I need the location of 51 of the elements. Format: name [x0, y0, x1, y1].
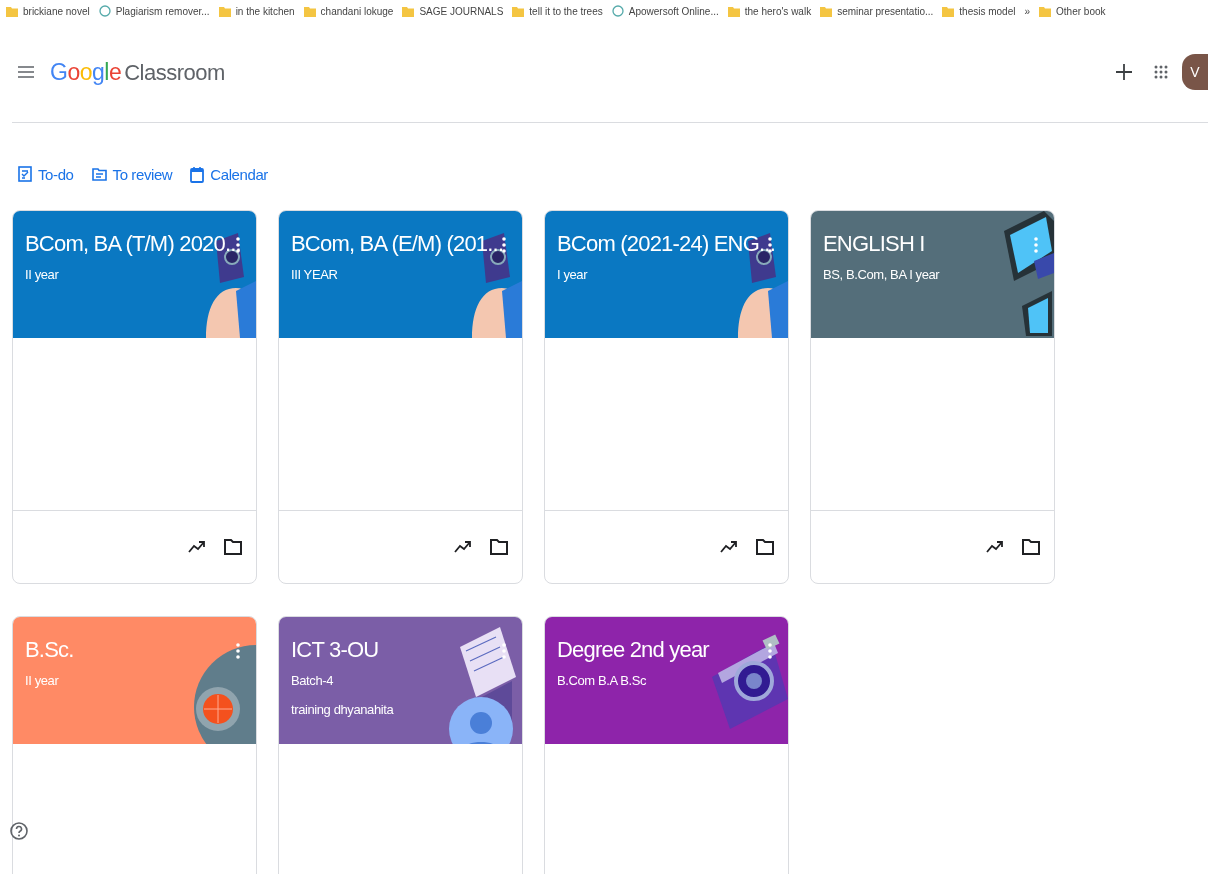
bookmark-link[interactable]: the hero's walk — [727, 5, 812, 17]
bookmark-link[interactable]: Plagiarism remover... — [98, 5, 210, 17]
bookmark-link[interactable]: tell it to the trees — [512, 5, 603, 17]
nav-link[interactable]: To review — [91, 165, 173, 183]
class-section: II year — [25, 673, 244, 688]
calendar-icon — [190, 165, 205, 183]
bookmark-link[interactable]: seminar presentatio... — [820, 5, 934, 17]
bookmark-link[interactable]: chandani lokuge — [303, 5, 394, 17]
class-title[interactable]: BCom, BA (T/M) 2020... — [25, 231, 244, 257]
nav-link[interactable]: To-do — [18, 165, 74, 183]
bookmark-link[interactable]: Other book — [1039, 5, 1106, 17]
class-section: I year — [557, 267, 776, 282]
bookmark-link[interactable]: brickiane novel — [6, 5, 90, 17]
account-avatar[interactable]: V — [1182, 54, 1208, 90]
class-section: B.Com B.A B.Sc — [557, 673, 776, 688]
bookmark-link[interactable]: thesis model — [942, 5, 1016, 17]
bookmark-link[interactable]: Apowersoft Online... — [611, 5, 719, 17]
folder-icon — [1039, 5, 1052, 17]
class-section: II year — [25, 267, 244, 282]
menu-icon — [18, 66, 34, 78]
apps-grid-icon — [1154, 65, 1168, 79]
class-section: Batch-4 — [291, 673, 510, 688]
class-section: III YEAR — [291, 267, 510, 282]
nav-link[interactable]: Calendar — [190, 165, 268, 183]
globe-icon — [611, 5, 624, 17]
more-options-button[interactable] — [766, 641, 774, 661]
class-title[interactable]: Degree 2nd year — [557, 637, 776, 663]
plus-icon — [1116, 64, 1132, 80]
folder-icon — [820, 5, 833, 17]
folder-icon — [402, 5, 415, 17]
class-title[interactable]: ICT 3-OU — [291, 637, 510, 663]
folder-icon — [303, 5, 316, 17]
folder-icon — [6, 5, 18, 17]
class-section: BS, B.Com, BA I year — [823, 267, 1042, 282]
bookmark-link[interactable]: SAGE JOURNALS — [402, 5, 504, 17]
more-options-button[interactable] — [500, 235, 508, 255]
class-title[interactable]: ENGLISH I — [823, 231, 1042, 257]
folder-list-icon — [91, 167, 107, 181]
teacher-name: training dhyanahita — [291, 702, 395, 717]
app-logo[interactable]: GoogleClassroom — [50, 58, 225, 86]
folder-icon — [727, 5, 740, 17]
bookmark-link[interactable]: in the kitchen — [218, 5, 295, 17]
help-button[interactable] — [8, 820, 30, 842]
class-title[interactable]: BCom (2021-24) ENG... — [557, 231, 776, 257]
class-title[interactable]: BCom, BA (E/M) (201... — [291, 231, 510, 257]
more-bookmarks-button[interactable]: » — [1024, 5, 1031, 17]
folder-icon — [512, 5, 525, 17]
folder-icon — [218, 5, 231, 17]
globe-icon — [98, 5, 111, 17]
checklist-icon — [18, 166, 32, 182]
folder-icon — [942, 5, 955, 17]
